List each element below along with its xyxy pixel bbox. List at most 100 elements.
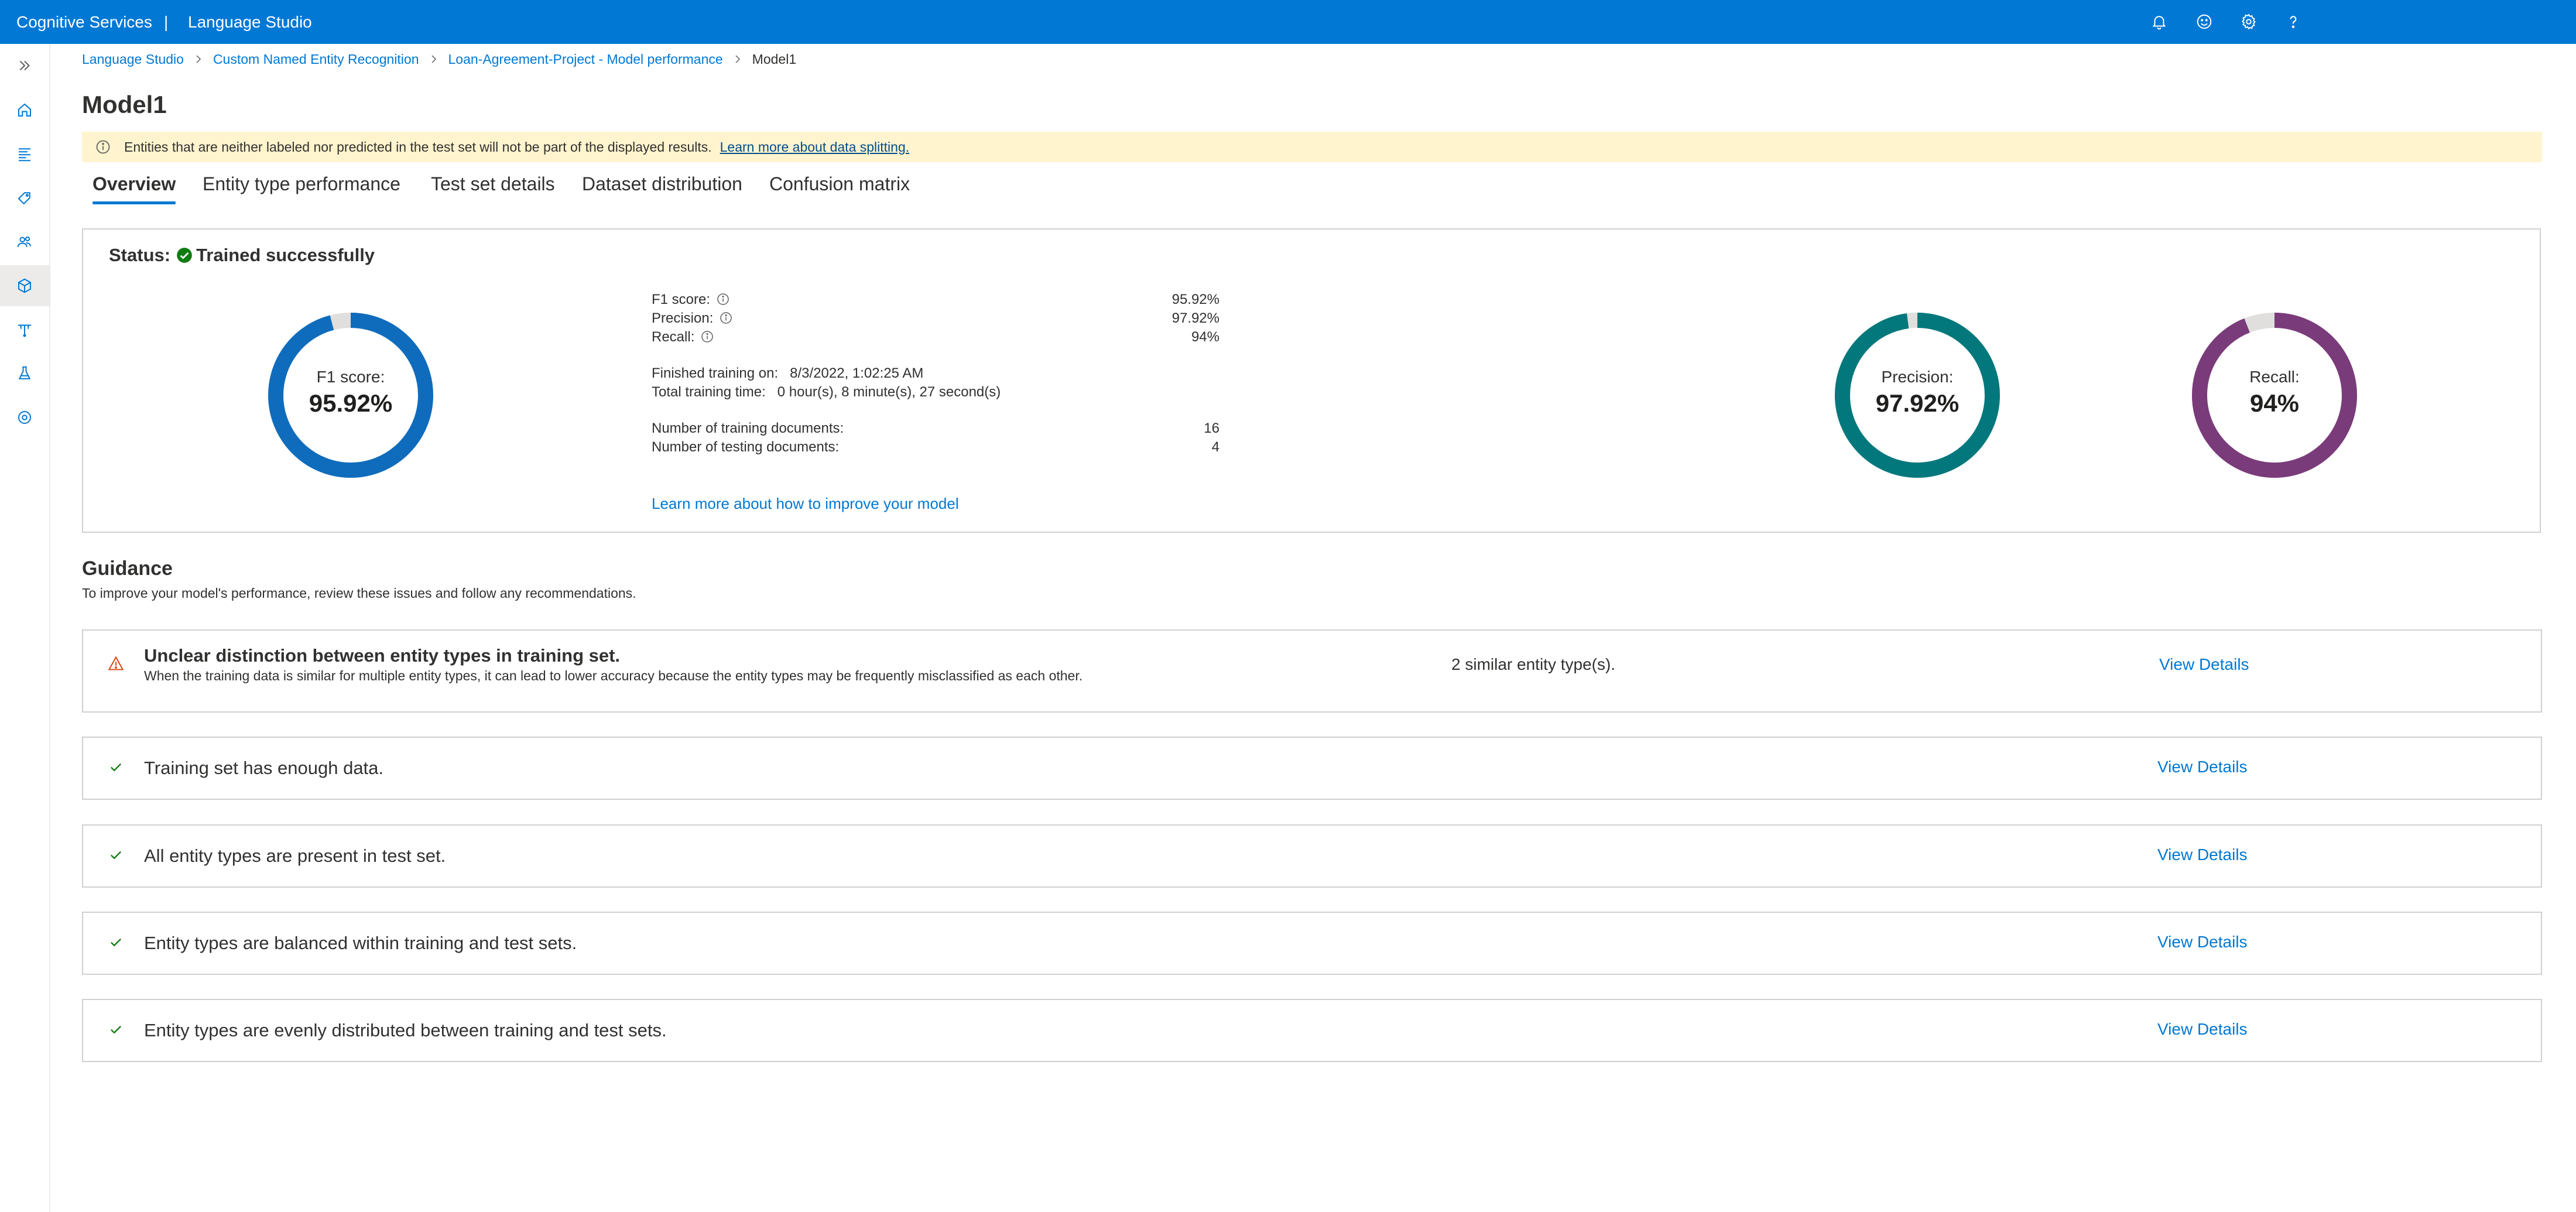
f1-score-donut: F1 score: 95.92% [267, 311, 434, 479]
guidance-item-ok: Training set has enough data. View Detai… [82, 737, 2542, 800]
smiley-icon[interactable] [2193, 10, 2216, 33]
info-banner: Entities that are neither labeled nor pr… [82, 132, 2542, 162]
metric-recall-label: Recall: [652, 329, 695, 345]
product-name[interactable]: Language Studio [188, 0, 312, 44]
view-details-link[interactable]: View Details [2159, 655, 2249, 674]
nav-test[interactable] [0, 353, 49, 394]
checkmark-icon [111, 851, 121, 860]
bell-icon[interactable] [2147, 10, 2171, 33]
guidance-heading: Guidance [82, 557, 173, 580]
guidance-item-title: Entity types are balanced within trainin… [144, 933, 577, 953]
page-title: Model1 [82, 91, 167, 118]
tab-test-set-details[interactable]: Test set details [431, 173, 555, 195]
guidance-item-ok: Entity types are balanced within trainin… [82, 912, 2542, 975]
info-icon[interactable] [716, 292, 730, 306]
brand-separator: | [164, 13, 169, 31]
metric-row-recall: Recall: 94% [652, 328, 1220, 347]
data-splitting-link[interactable]: Learn more about data splitting. [720, 139, 909, 155]
help-icon[interactable] [2282, 10, 2305, 33]
recall-donut-label: Recall: [2249, 368, 2300, 386]
breadcrumb-current: Model1 [752, 51, 797, 67]
finished-training-row: Finished training on: 8/3/2022, 1:02:25 … [652, 364, 1220, 383]
nav-training-jobs[interactable] [0, 221, 49, 262]
overview-card: Status: Trained successfully F1 score: 9… [82, 228, 2541, 533]
view-details-link[interactable]: View Details [2157, 758, 2248, 776]
metric-row-precision: Precision: 97.92% [652, 309, 1220, 328]
f1-donut-value: 95.92% [309, 389, 393, 417]
nav-data-labeling[interactable] [0, 133, 49, 174]
model-icon [18, 278, 31, 293]
training-docs-row: Number of training documents: 16 [652, 419, 1220, 438]
success-check-icon [177, 248, 192, 263]
metric-recall-value: 94% [1191, 329, 1220, 345]
expand-nav-button[interactable] [0, 45, 49, 86]
training-docs-label: Number of training documents: [652, 420, 844, 436]
guidance-item-description: When the training data is similar for mu… [144, 668, 1083, 683]
home-icon [18, 103, 31, 117]
nav-settings[interactable] [0, 397, 49, 438]
total-training-time-label: Total training time: [652, 384, 766, 400]
tab-dataset-distribution[interactable]: Dataset distribution [582, 173, 742, 195]
tab-overview[interactable]: Overview [93, 173, 176, 204]
guidance-item-title: All entity types are present in test set… [144, 845, 446, 866]
testing-docs-label: Number of testing documents: [652, 439, 840, 455]
tab-confusion-matrix[interactable]: Confusion matrix [769, 173, 910, 195]
improve-model-link[interactable]: Learn more about how to improve your mod… [652, 495, 959, 513]
chevron-right-icon [194, 55, 203, 63]
testing-docs-value: 4 [1211, 439, 1220, 455]
settings-icon [18, 411, 31, 424]
finished-training-value: 8/3/2022, 1:02:25 AM [790, 365, 924, 381]
info-icon[interactable] [719, 311, 733, 325]
tab-active-indicator [93, 201, 176, 204]
info-icon[interactable] [700, 330, 714, 344]
checkmark-icon [111, 938, 121, 947]
deploy-icon [18, 324, 32, 337]
guidance-item-warning: Unclear distinction between entity types… [82, 629, 2542, 713]
precision-donut-value: 97.92% [1875, 389, 1960, 417]
expand-icon [19, 60, 30, 71]
info-banner-text: Entities that are neither labeled nor pr… [124, 139, 712, 155]
gear-icon[interactable] [2237, 10, 2260, 33]
training-docs-value: 16 [1204, 420, 1220, 436]
breadcrumb-language-studio[interactable]: Language Studio [82, 52, 184, 67]
tag-icon [18, 192, 30, 205]
metric-precision-value: 97.92% [1171, 310, 1220, 326]
chevron-right-icon [430, 55, 438, 63]
info-icon [96, 140, 110, 154]
recall-donut-value: 94% [2249, 389, 2300, 417]
list-icon [19, 148, 30, 162]
nav-tags[interactable] [0, 177, 49, 218]
total-training-time-value: 0 hour(s), 8 minute(s), 27 second(s) [777, 384, 1001, 400]
nav-home[interactable] [0, 90, 49, 131]
metric-precision-label: Precision: [652, 310, 714, 326]
guidance-item-ok: Entity types are evenly distributed betw… [82, 999, 2542, 1062]
finished-training-label: Finished training on: [652, 365, 779, 381]
view-details-link[interactable]: View Details [2157, 845, 2248, 864]
breadcrumb-custom-ner[interactable]: Custom Named Entity Recognition [213, 52, 419, 67]
guidance-item-ok: All entity types are present in test set… [82, 824, 2542, 888]
tab-overview-label: Overview [93, 173, 176, 194]
metric-f1-value: 95.92% [1171, 292, 1220, 307]
metric-row-f1: F1 score: 95.92% [652, 290, 1220, 309]
guidance-item-title: Entity types are evenly distributed betw… [144, 1020, 667, 1040]
breadcrumb: Language Studio Custom Named Entity Reco… [82, 50, 796, 68]
warning-icon [108, 656, 124, 670]
breadcrumb-project-performance[interactable]: Loan-Agreement-Project - Model performan… [448, 52, 723, 67]
nav-deploy[interactable] [0, 309, 49, 350]
left-navigation-rail [0, 44, 50, 1212]
status-label: Status: [109, 245, 171, 265]
checkmark-icon [111, 763, 121, 772]
training-status: Status: Trained successfully [109, 245, 375, 266]
brand-name[interactable]: Cognitive Services [16, 0, 152, 44]
similar-entity-count: 2 similar entity type(s). [1451, 655, 1616, 673]
view-details-link[interactable]: View Details [2157, 1020, 2248, 1039]
guidance-item-title: Training set has enough data. [144, 758, 384, 778]
nav-model-performance[interactable] [0, 265, 49, 306]
checkmark-icon [111, 1025, 121, 1034]
view-details-link[interactable]: View Details [2157, 933, 2248, 951]
flask-icon [18, 366, 31, 379]
tab-entity-type-performance[interactable]: Entity type performance [203, 173, 400, 195]
chevron-right-icon [734, 55, 742, 63]
recall-donut: Recall: 94% [2191, 311, 2358, 479]
precision-donut-label: Precision: [1881, 368, 1954, 386]
